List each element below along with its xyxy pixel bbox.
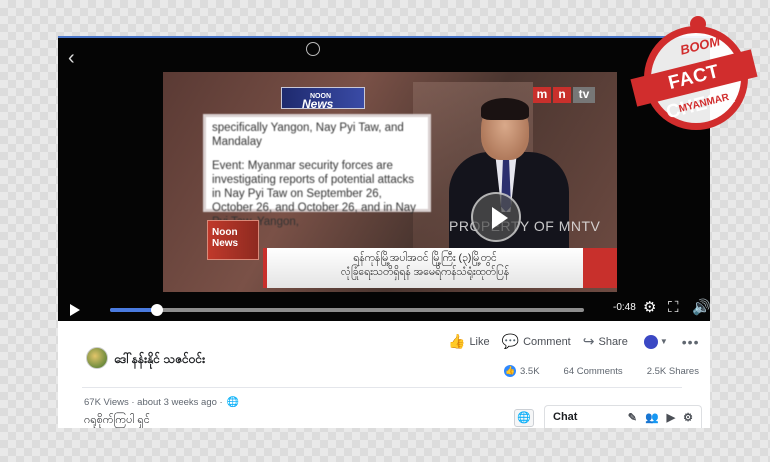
post-description: ဂရုစိုက်ကြပါ ရှင် [84, 414, 150, 426]
comment-bubble-icon: 💬 [501, 333, 520, 349]
card-text-1: specifically Yangon, Nay Pyi Taw, and Man… [212, 122, 404, 148]
compose-icon[interactable]: ✎ [628, 411, 637, 424]
comments-count[interactable]: 64 Comments [564, 366, 623, 377]
fact-check-stamp: BOOM FACT CHECK MYANMAR [630, 16, 758, 134]
news-ticker: ရန်ကုန်မြို့အပါအဝင် မြို့ကြီး (၃)မြို့တွ… [263, 248, 583, 288]
post-section: ဒေါ်နန်းနိုင် သဇင်ဝင်း 👍 Like 💬 Comment … [58, 321, 710, 428]
divider [82, 387, 682, 388]
like-badge-icon: 👍 [504, 365, 516, 377]
volume-icon[interactable]: 🔊 [692, 300, 710, 316]
share-label: Share [598, 335, 628, 348]
gear-icon[interactable]: ⚙ [683, 411, 693, 424]
ticker-line-1: ရန်ကုန်မြို့အပါအဝင် မြို့ကြီး (၃)မြို့တွ… [353, 252, 497, 264]
ticker-line-2: လုံခြုံရေးသတိရှိရန် အမေရိကန်သံရုံးထုတ်ပြ… [340, 266, 510, 278]
comment-button[interactable]: 💬 Comment [502, 333, 571, 350]
logo-m: m [533, 87, 551, 103]
chat-icons: ✎ 👥 ▶ ⚙ [628, 411, 701, 424]
ticker-accent [583, 248, 617, 288]
reaction-icon [643, 334, 658, 349]
progress-bar[interactable] [110, 304, 584, 316]
noon-news-badge: NOON News [281, 87, 365, 111]
gear-icon[interactable]: ⚙ [643, 300, 656, 316]
progress-fill [110, 308, 158, 312]
engagement-stats: 👍 3.5K 64 Comments 2.5K Shares [504, 365, 699, 377]
noon-news-side-badge: Noon News [207, 220, 259, 260]
progress-knob[interactable] [151, 304, 164, 316]
thumbs-up-icon: 👍 [448, 333, 466, 349]
avatar[interactable] [86, 347, 108, 369]
indicator-circle-icon [306, 42, 320, 56]
like-label: Like [469, 335, 490, 348]
logo-n: n [553, 87, 571, 103]
screenshot-frame: ‹ NOON News m n tv specifically Yangon, … [58, 36, 710, 428]
back-chevron-icon[interactable]: ‹ [68, 48, 75, 68]
chat-label: Chat [553, 411, 578, 423]
views-and-time: 67K Views · about 3 weeks ago · [84, 397, 223, 408]
chat-bar[interactable]: Chat ✎ 👥 ▶ ⚙ [544, 405, 702, 428]
reaction-picker[interactable]: ▼ [643, 334, 668, 349]
play-overlay-button[interactable] [471, 192, 521, 242]
like-button[interactable]: 👍 Like [448, 333, 490, 350]
share-arrow-icon: ↪ [582, 333, 595, 349]
video-frame[interactable]: NOON News m n tv specifically Yangon, Na… [163, 72, 617, 292]
video-call-icon[interactable]: ▶ [667, 411, 675, 424]
globe-button[interactable]: 🌐 [514, 409, 534, 427]
anchor-hair [481, 98, 529, 120]
news-label: News [302, 97, 334, 111]
caret-down-icon: ▼ [659, 337, 668, 346]
mntv-logo: m n tv [533, 87, 595, 103]
video-controls: -0:48 ⚙ ⛶ 🔊 [58, 296, 710, 322]
logo-tv: tv [573, 87, 595, 103]
globe-icon: 🌐 [226, 397, 240, 408]
fullscreen-icon[interactable]: ⛶ [668, 300, 679, 316]
share-button[interactable]: ↪ Share [583, 333, 628, 350]
shares-count[interactable]: 2.5K Shares [647, 366, 699, 377]
time-remaining: -0:48 [613, 302, 636, 313]
comment-label: Comment [523, 335, 571, 348]
video-player[interactable]: ‹ NOON News m n tv specifically Yangon, … [58, 36, 710, 321]
reactions-count[interactable]: 3.5K [520, 366, 540, 377]
bomb-icon [690, 16, 706, 32]
page-name[interactable]: ဒေါ်နန်းနိုင် သဇင်ဝင်း [114, 351, 205, 369]
play-icon[interactable] [70, 304, 80, 316]
group-icon[interactable]: 👥 [645, 411, 659, 424]
post-actions: 👍 Like 💬 Comment ↪ Share ▼ ••• [448, 333, 699, 350]
card-text-2: Event: Myanmar security forces are inves… [212, 160, 416, 228]
news-text-card: specifically Yangon, Nay Pyi Taw, and Man… [203, 114, 431, 228]
post-meta: 67K Views · about 3 weeks ago · 🌐 [84, 397, 239, 408]
more-options-icon[interactable]: ••• [682, 334, 700, 350]
